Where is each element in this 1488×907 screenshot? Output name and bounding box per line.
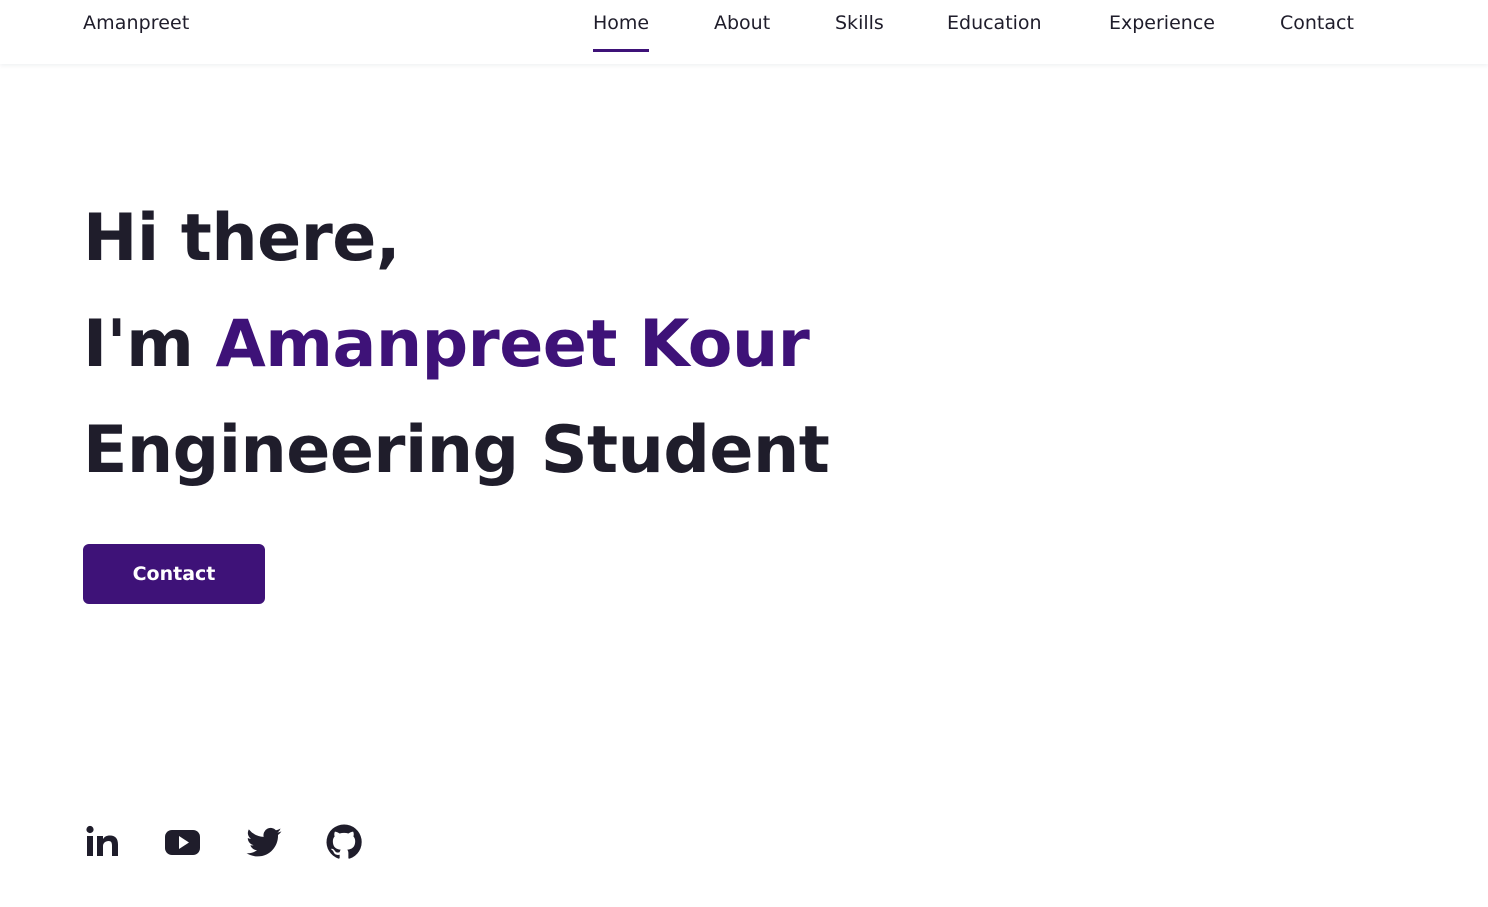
twitter-link[interactable] [244, 822, 284, 862]
youtube-icon [165, 830, 200, 855]
nav-about[interactable]: About [714, 12, 770, 54]
nav-contact[interactable]: Contact [1280, 12, 1354, 54]
main-nav: Home About Skills Education Experience C… [0, 0, 1488, 64]
twitter-icon [246, 827, 282, 857]
hero-greeting: Hi there, [83, 201, 401, 276]
site-header: Amanpreet Home About Skills Education Ex… [0, 0, 1488, 64]
nav-skills[interactable]: Skills [835, 12, 884, 54]
nav-experience[interactable]: Experience [1109, 12, 1215, 54]
hero-section: Hi there, I'm Amanpreet Kour Engineering… [83, 186, 830, 504]
hero-intro: I'm Amanpreet Kour [83, 292, 829, 398]
linkedin-link[interactable] [83, 822, 123, 862]
github-link[interactable] [324, 822, 364, 862]
nav-education[interactable]: Education [947, 12, 1042, 54]
hero-heading: Hi there, I'm Amanpreet Kour Engineering… [83, 186, 830, 504]
hero-name: Amanpreet Kour [215, 307, 810, 382]
linkedin-icon [86, 825, 118, 856]
github-icon [326, 824, 362, 859]
hero-role: Engineering Student [83, 413, 830, 488]
contact-button[interactable]: Contact [83, 544, 265, 604]
youtube-link[interactable] [163, 822, 203, 862]
nav-home[interactable]: Home [593, 12, 650, 54]
hero-intro-prefix: I'm [83, 307, 216, 382]
